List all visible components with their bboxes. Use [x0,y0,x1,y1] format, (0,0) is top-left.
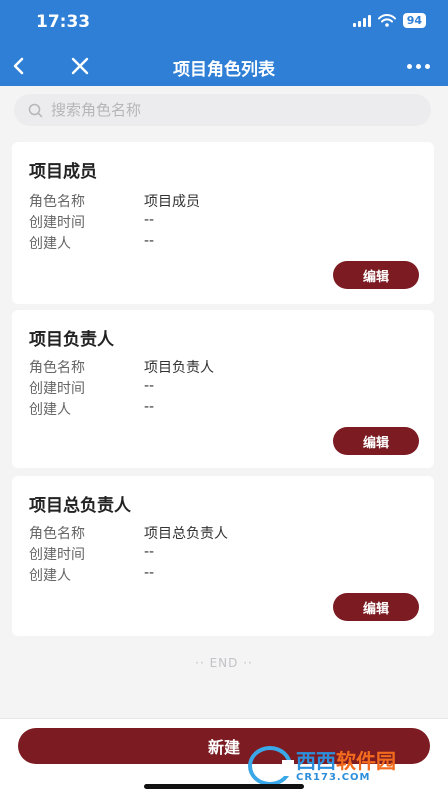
role-card: 项目成员 角色名称 项目成员 创建时间 -- 创建人 -- 编辑 [12,142,434,304]
created-time-label: 创建时间 [29,381,85,397]
wifi-icon [377,14,396,27]
created-time-value: -- [144,544,155,560]
watermark-main: 西西软件园 [296,750,396,772]
created-time-value: -- [144,212,155,228]
role-card: 项目总负责人 角色名称 项目总负责人 创建时间 -- 创建人 -- 编辑 [12,476,434,636]
battery-icon: 94 [402,13,426,28]
list-end-marker: ·· END ·· [195,656,253,670]
role-title: 项目负责人 [29,330,114,350]
watermark-text: 西西软件园 CR173.COM [296,750,396,783]
watermark-sub: CR173.COM [296,771,371,783]
role-name-label: 角色名称 [29,526,85,542]
search-input[interactable] [51,101,391,119]
page-title: 项目角色列表 [173,60,275,80]
home-indicator [144,784,304,789]
watermark-main-a: 西西 [296,748,336,773]
more-dot [416,63,421,69]
role-title: 项目成员 [29,162,97,182]
search-bar[interactable] [14,94,431,126]
created-time-label: 创建时间 [29,215,85,231]
creator-value: -- [144,233,155,249]
status-time: 17:33 [36,12,91,32]
role-name-value: 项目总负责人 [144,526,228,542]
created-time-value: -- [144,378,155,394]
role-name-value: 项目负责人 [144,360,214,376]
creator-label: 创建人 [29,236,71,252]
role-card: 项目负责人 角色名称 项目负责人 创建时间 -- 创建人 -- 编辑 [12,310,434,468]
creator-value: -- [144,565,155,581]
watermark-logo: 西西软件园 CR173.COM [248,744,430,788]
edit-button[interactable]: 编辑 [333,593,419,621]
watermark-main-b: 软件园 [336,748,396,773]
creator-value: -- [144,399,155,415]
role-name-label: 角色名称 [29,194,85,210]
search-icon [28,103,43,117]
more-button[interactable] [407,54,430,78]
more-dots-icon [407,63,412,69]
creator-label: 创建人 [29,402,71,418]
creator-label: 创建人 [29,568,71,584]
edit-button[interactable]: 编辑 [333,261,419,289]
nav-bar: 项目角色列表 [0,46,448,86]
status-icons: 94 [352,13,426,28]
status-bar: 17:33 94 [0,0,448,46]
more-dot [425,63,430,69]
role-name-value: 项目成员 [144,194,200,210]
watermark-c-icon [248,746,294,786]
role-title: 项目总负责人 [29,496,131,516]
edit-button[interactable]: 编辑 [333,427,419,455]
created-time-label: 创建时间 [29,547,85,563]
cellular-signal-icon [352,14,371,27]
role-name-label: 角色名称 [29,360,85,376]
